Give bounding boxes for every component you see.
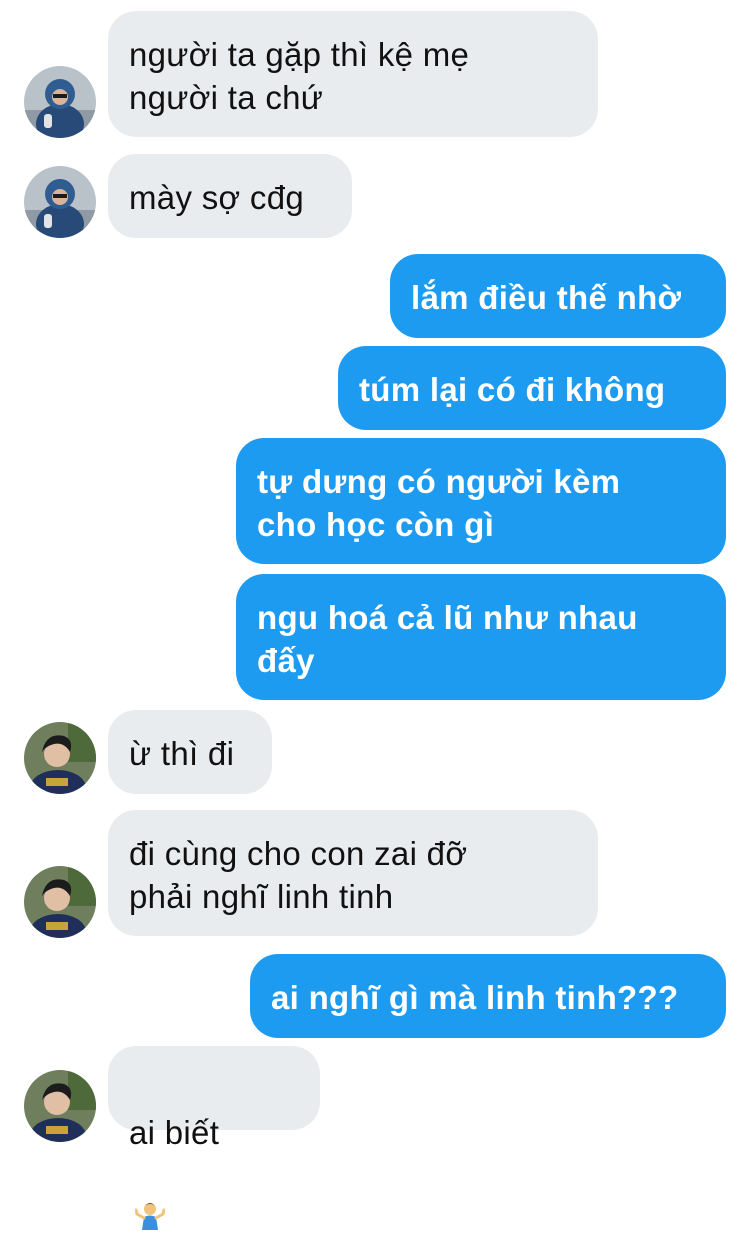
avatar-photo-icon [24, 1070, 96, 1142]
message-text: ai biết [129, 1114, 220, 1151]
message-bubble-incoming[interactable]: người ta gặp thì kệ mẹ người ta chứ [108, 11, 598, 137]
message-bubble-incoming[interactable]: ai biết [108, 1046, 320, 1230]
message-bubble-incoming[interactable]: đi cùng cho con zai đỡ phải nghĩ linh ti… [108, 810, 598, 936]
message-bubble-outgoing[interactable]: ngu hoá cả lũ như nhau đấy [236, 574, 726, 700]
avatar-photo-icon [24, 166, 96, 238]
avatar-person-a[interactable] [24, 66, 96, 138]
message-bubble-outgoing[interactable]: ai nghĩ gì mà linh tinh??? [250, 954, 726, 1038]
avatar-photo-icon [24, 722, 96, 794]
avatar-person-b[interactable] [24, 1070, 96, 1142]
avatar-person-b[interactable] [24, 866, 96, 938]
avatar-person-a[interactable] [24, 166, 96, 238]
message-bubble-outgoing[interactable]: tự dưng có người kèm cho học còn gì [236, 438, 726, 564]
person-shrugging-icon [134, 1154, 166, 1240]
message-bubble-incoming[interactable]: mày sợ cđg [108, 154, 352, 238]
message-bubble-outgoing[interactable]: túm lại có đi không [338, 346, 726, 430]
avatar-photo-icon [24, 66, 96, 138]
message-bubble-outgoing[interactable]: lắm điều thế nhờ [390, 254, 726, 338]
message-bubble-incoming[interactable]: ừ thì đi [108, 710, 272, 794]
avatar-photo-icon [24, 866, 96, 938]
avatar-person-b[interactable] [24, 722, 96, 794]
